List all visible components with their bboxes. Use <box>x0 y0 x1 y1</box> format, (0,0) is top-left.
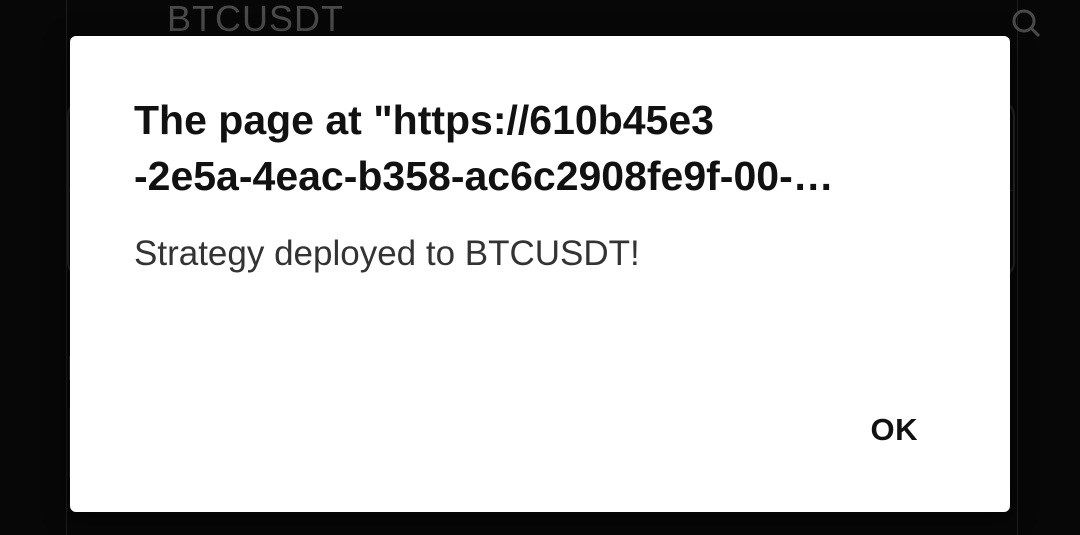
screen: BTCUSDT The page at "https://610b45e3 -2… <box>0 0 1080 535</box>
alert-dialog: The page at "https://610b45e3 -2e5a-4eac… <box>70 36 1010 512</box>
background-search-value: BTCUSDT <box>167 0 344 39</box>
dialog-title: The page at "https://610b45e3 -2e5a-4eac… <box>134 92 954 204</box>
dialog-message: Strategy deployed to BTCUSDT! <box>134 234 640 273</box>
dialog-title-line-1: The page at "https://610b45e3 <box>134 97 714 143</box>
dialog-title-line-2: -2e5a-4eac-b358-ac6c2908fe9f-00-… <box>134 153 834 199</box>
ok-button[interactable]: OK <box>855 404 935 456</box>
search-icon[interactable] <box>1011 8 1041 38</box>
